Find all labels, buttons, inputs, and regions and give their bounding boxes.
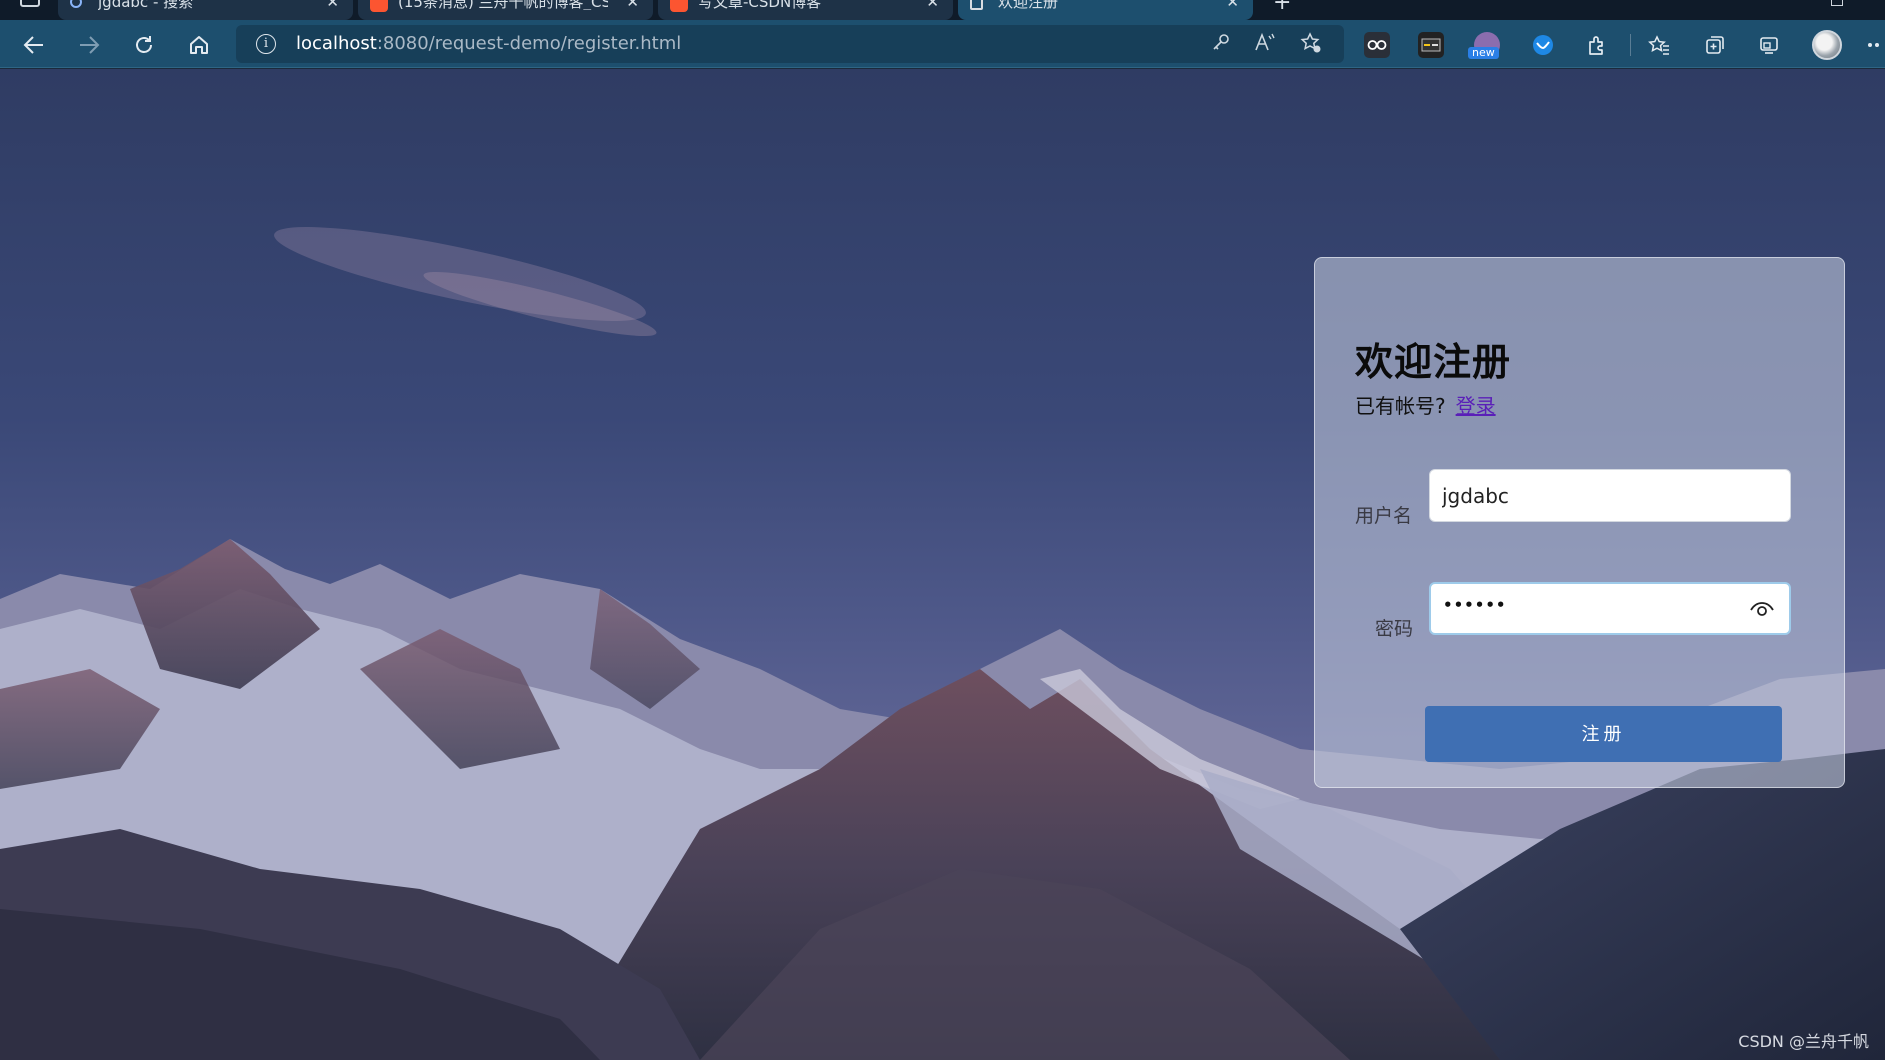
extension-bird-icon[interactable] — [1530, 32, 1556, 58]
refresh-button[interactable] — [127, 28, 161, 62]
restore-window-icon[interactable] — [1831, 0, 1843, 6]
tab-csdn-write[interactable]: 写文章-CSDN博客 ✕ — [658, 0, 953, 20]
refresh-icon — [136, 36, 152, 53]
arrow-left-icon — [23, 36, 43, 54]
have-account-text: 已有帐号? — [1355, 394, 1446, 418]
extension-new-icon[interactable]: new — [1468, 32, 1500, 59]
tab-actions-icon[interactable] — [20, 0, 40, 7]
username-input[interactable] — [1442, 470, 1742, 521]
extensions-puzzle-icon[interactable] — [1584, 32, 1610, 58]
tab-strip: jgdabc - 搜索 ✕ (15条消息) 兰舟千帆的博客_CSDN ✕ 写文章… — [0, 0, 1885, 20]
toolbar-separator — [1630, 34, 1631, 56]
password-label: 密码 — [1375, 618, 1414, 640]
page-icon — [970, 0, 983, 10]
tab-title: jgdabc - 搜索 — [98, 0, 194, 10]
tab-title: (15条消息) 兰舟千帆的博客_CSDN — [398, 0, 608, 10]
browser-toolbar: i localhost:8080/request-demo/register.h… — [0, 20, 1885, 68]
register-button[interactable]: 注册 — [1425, 706, 1782, 762]
arrow-right-icon — [80, 36, 100, 54]
username-field[interactable] — [1429, 469, 1791, 522]
tab-close-icon[interactable]: ✕ — [626, 0, 639, 10]
login-link[interactable]: 登录 — [1456, 394, 1496, 418]
forward-button[interactable] — [72, 28, 106, 62]
add-favorite-icon[interactable] — [1298, 32, 1324, 56]
profile-avatar[interactable] — [1812, 30, 1842, 60]
csdn-icon — [670, 0, 688, 12]
url-path: :8080/request-demo/register.html — [376, 33, 682, 54]
tab-search[interactable]: jgdabc - 搜索 ✕ — [58, 0, 353, 20]
tab-title: 欢迎注册 — [998, 0, 1059, 10]
address-bar[interactable]: i localhost:8080/request-demo/register.h… — [236, 25, 1344, 63]
favorites-icon[interactable] — [1646, 32, 1672, 58]
search-icon — [70, 0, 82, 8]
password-input[interactable]: •••••• — [1443, 596, 1507, 614]
tab-close-icon[interactable]: ✕ — [926, 0, 939, 10]
read-aloud-icon[interactable] — [1252, 32, 1278, 56]
login-prompt: 已有帐号? 登录 — [1355, 394, 1496, 418]
tab-csdn-blog[interactable]: (15条消息) 兰舟千帆的博客_CSDN ✕ — [358, 0, 653, 20]
url-host: localhost — [296, 33, 377, 54]
address-url[interactable]: localhost:8080/request-demo/register.htm… — [296, 34, 681, 54]
tab-title: 写文章-CSDN博客 — [698, 0, 822, 10]
page-title: 欢迎注册 — [1355, 340, 1512, 384]
extension-glasses-icon[interactable] — [1364, 32, 1390, 58]
tab-close-icon[interactable]: ✕ — [1226, 0, 1239, 10]
more-menu-icon[interactable] — [1860, 28, 1885, 62]
tab-register[interactable]: 欢迎注册 ✕ — [958, 0, 1253, 20]
watermark: CSDN @兰舟千帆 — [1738, 1032, 1869, 1051]
new-badge: new — [1468, 47, 1499, 59]
extension-terminal-icon[interactable] — [1418, 32, 1444, 58]
new-tab-button[interactable]: + — [1273, 0, 1291, 14]
home-icon — [190, 36, 208, 54]
back-button[interactable] — [17, 28, 51, 62]
info-icon[interactable]: i — [256, 34, 276, 54]
tab-close-icon[interactable]: ✕ — [326, 0, 339, 10]
key-icon[interactable] — [1208, 32, 1234, 56]
password-field[interactable]: •••••• — [1429, 582, 1791, 635]
collections-icon[interactable] — [1702, 32, 1728, 58]
home-button[interactable] — [182, 28, 216, 62]
page-viewport: 欢迎注册 已有帐号? 登录 用户名 密码 •••••• 注册 CSDN @兰舟千帆 — [0, 69, 1885, 1060]
cast-icon[interactable] — [1756, 32, 1782, 58]
csdn-icon — [370, 0, 388, 12]
register-card: 欢迎注册 已有帐号? 登录 用户名 密码 •••••• 注册 — [1314, 257, 1845, 788]
username-label: 用户名 — [1355, 505, 1413, 527]
show-password-eye-icon[interactable] — [1749, 598, 1775, 620]
